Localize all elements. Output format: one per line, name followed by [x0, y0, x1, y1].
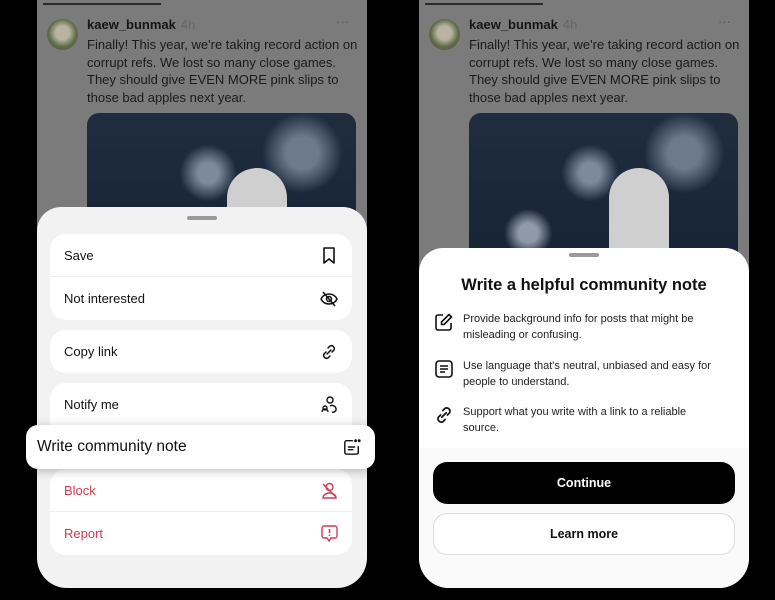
post-time: 4h — [562, 17, 578, 32]
link-icon — [435, 406, 453, 424]
menu-item-copy-link[interactable]: Copy link — [50, 330, 352, 373]
ellipsis-icon[interactable]: ··· — [718, 14, 731, 29]
post-text: Finally! This year, we're taking record … — [87, 37, 358, 105]
avatar[interactable] — [47, 19, 78, 50]
post-username[interactable]: kaew_bunmak 4h — [87, 17, 195, 32]
options-sheet: Save Not interested Copy link Notify me … — [37, 207, 367, 588]
tab-indicator — [43, 3, 161, 5]
rule-item: Provide background info for posts that m… — [435, 312, 725, 343]
menu-item-notify-me[interactable]: Notify me — [50, 383, 352, 426]
document-icon — [435, 360, 453, 378]
link-icon — [320, 343, 338, 361]
people-icon — [320, 396, 338, 414]
menu-group: Block Report — [50, 469, 352, 555]
continue-button[interactable]: Continue — [433, 462, 735, 504]
community-note-sheet: Write a helpful community note Provide b… — [419, 248, 749, 588]
sheet-title: Write a helpful community note — [461, 276, 707, 294]
user-off-icon — [320, 481, 338, 499]
sheet-handle[interactable] — [187, 216, 217, 220]
tab-indicator — [425, 3, 543, 5]
menu-item-block[interactable]: Block — [50, 469, 352, 512]
post-time: 4h — [180, 17, 196, 32]
bookmark-icon — [320, 246, 338, 264]
report-icon — [320, 525, 338, 543]
post-username[interactable]: kaew_bunmak 4h — [469, 17, 577, 32]
menu-group: Save Not interested — [50, 234, 352, 320]
menu-item-save[interactable]: Save — [50, 234, 352, 277]
eye-off-icon — [320, 290, 338, 308]
post-text: Finally! This year, we're taking record … — [469, 37, 740, 105]
rule-item: Use language that's neutral, unbiased an… — [435, 359, 725, 390]
avatar[interactable] — [429, 19, 460, 50]
menu-item-report[interactable]: Report — [50, 512, 352, 555]
sheet-handle[interactable] — [569, 253, 599, 257]
ellipsis-icon[interactable]: ··· — [336, 14, 349, 29]
pencil-icon — [435, 313, 453, 331]
menu-item-not-interested[interactable]: Not interested — [50, 277, 352, 320]
phone-menu-screen: kaew_bunmak 4h ··· Finally! This year, we… — [37, 0, 367, 588]
community-note-icon — [343, 438, 361, 456]
learn-more-button[interactable]: Learn more — [433, 513, 735, 555]
menu-group: Copy link — [50, 330, 352, 373]
phone-note-screen: kaew_bunmak 4h ··· Finally! This year, we… — [419, 0, 749, 588]
rule-item: Support what you write with a link to a … — [435, 405, 725, 436]
menu-item-write-community-note[interactable]: Write community note — [26, 425, 375, 469]
